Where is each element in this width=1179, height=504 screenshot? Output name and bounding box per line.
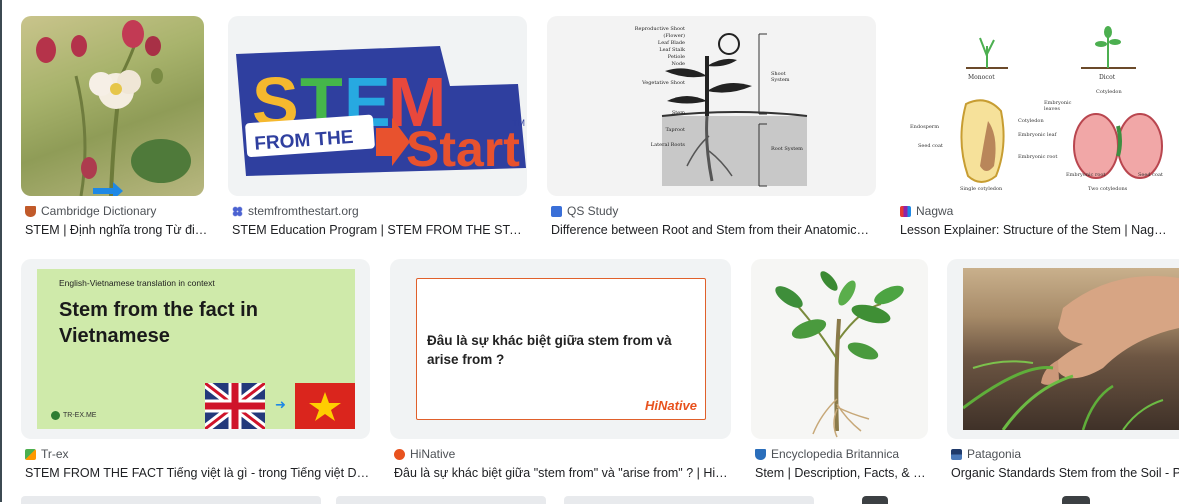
label-embryonic-leaf: Embryonic leaf: [1018, 132, 1057, 138]
nagwa-icon: [900, 205, 911, 217]
trex-heading: Stem from the fact in Vietnamese: [59, 299, 258, 347]
hinative-question-card[interactable]: Đâu là sự khác biệt giữa stem from và ar…: [390, 259, 731, 439]
result-title[interactable]: STEM | Định nghĩa trong Từ điển: [25, 223, 208, 237]
arrow-right-icon: ➜: [275, 397, 286, 412]
result-title[interactable]: STEM Education Program | STEM FROM THE S…: [232, 223, 528, 237]
result-title[interactable]: Organic Standards Stem from the Soil - P…: [951, 466, 1179, 480]
uk-flag-icon: [205, 383, 265, 429]
trex-card-background: English-Vietnamese translation in contex…: [37, 269, 355, 429]
trex-brand: TR-EX.ME: [51, 411, 96, 420]
label-embryonic-root-right: Embryonic root: [1066, 172, 1106, 178]
label-single-cotyledon: Single cotyledon: [960, 186, 1003, 192]
image-result-card[interactable]: Đâu là sự khác biệt giữa stem from và ar…: [390, 259, 732, 484]
seed-structure-diagram[interactable]: Monocot Dicot Endosperm Seed coat Cotyle…: [896, 16, 1179, 196]
label-cotyledon: Cotyledon: [1018, 118, 1044, 124]
plant-seedling-photo[interactable]: [751, 259, 928, 439]
label-seed-coat: Seed coat: [918, 143, 943, 149]
patagonia-icon: [951, 448, 962, 460]
trex-icon: [25, 448, 36, 460]
result-source[interactable]: Tr-ex: [25, 447, 69, 461]
hinative-brand: HiNative: [644, 398, 697, 413]
label-dicot: Dicot: [1099, 74, 1116, 81]
result-source[interactable]: Patagonia: [951, 447, 1021, 461]
vietnam-flag-icon: [295, 383, 355, 429]
result-source[interactable]: Encyclopedia Britannica: [755, 447, 899, 461]
result-title[interactable]: STEM FROM THE FACT Tiếng việt là gì - tr…: [25, 466, 371, 480]
result-source[interactable]: HiNative: [394, 447, 455, 461]
diagram-right-label-root: Root System: [771, 146, 803, 152]
image-result-card[interactable]: English-Vietnamese translation in contex…: [21, 259, 371, 484]
image-result-card[interactable]: Monocot Dicot Endosperm Seed coat Cotyle…: [896, 16, 1179, 241]
stem-logo-image[interactable]: S T E M FROM THE Start TM: [228, 16, 527, 196]
next-row-thumbnail[interactable]: [336, 496, 546, 504]
plant-anatomy-diagram[interactable]: Reproductive Shoot (Flower) Leaf Blade L…: [547, 16, 876, 196]
label-cotyledon-right: Cotyledon: [1096, 89, 1122, 95]
next-row-thumbnail[interactable]: [862, 496, 888, 504]
next-row-thumbnail[interactable]: [1062, 496, 1090, 504]
window-left-edge: [0, 0, 2, 502]
image-result-card[interactable]: S T E M FROM THE Start TM stemfromthesta…: [228, 16, 528, 241]
hinative-question: Đâu là sự khác biệt giữa stem from và ar…: [427, 333, 672, 367]
trex-translation-card[interactable]: English-Vietnamese translation in contex…: [21, 259, 370, 439]
image-result-card[interactable]: Encyclopedia Britannica Stem | Descripti…: [751, 259, 929, 484]
arrow-icon: [93, 182, 123, 196]
trex-logo-icon: [51, 411, 60, 420]
trex-context-label: English-Vietnamese translation in contex…: [59, 278, 215, 288]
stem-logo: S T E M FROM THE Start TM: [236, 46, 526, 177]
result-source[interactable]: Cambridge Dictionary: [25, 204, 156, 218]
diagram-right-label-shoot: Shoot System: [771, 71, 790, 83]
result-source[interactable]: stemfromthestart.org: [232, 204, 359, 218]
result-source[interactable]: Nagwa: [900, 204, 953, 218]
next-row-thumbnail[interactable]: [21, 496, 321, 504]
result-source[interactable]: QS Study: [551, 204, 618, 218]
plant-diagram-drawing: [661, 33, 808, 187]
label-seed-coat-right: Seed coat: [1138, 172, 1163, 178]
cambridge-shield-icon: [25, 205, 36, 217]
image-result-card[interactable]: Patagonia Organic Standards Stem from th…: [947, 259, 1179, 484]
result-title[interactable]: Difference between Root and Stem from th…: [551, 223, 875, 237]
qs-study-icon: [551, 205, 562, 217]
rose-bud-photo[interactable]: [21, 16, 204, 196]
next-row-thumbnail[interactable]: [564, 496, 814, 504]
stem-logo-tm: TM: [512, 118, 525, 128]
rose-illustration: [36, 20, 191, 196]
hinative-icon: [394, 448, 405, 460]
label-embryonic-leaves: Embryonic leaves: [1044, 100, 1072, 112]
image-result-card[interactable]: Cambridge Dictionary STEM | Định nghĩa t…: [21, 16, 211, 241]
label-endosperm: Endosperm: [910, 124, 939, 130]
result-title[interactable]: Lesson Explainer: Structure of the Stem …: [900, 223, 1170, 237]
hinative-card-box: Đâu là sự khác biệt giữa stem from và ar…: [416, 278, 706, 420]
stem-dots-icon: [232, 205, 243, 217]
stem-logo-line3: Start: [406, 121, 520, 177]
label-embryonic-root: Embryonic root: [1018, 154, 1058, 160]
britannica-icon: [755, 448, 766, 460]
image-result-card[interactable]: Reproductive Shoot (Flower) Leaf Blade L…: [547, 16, 877, 241]
seed-diagram-drawing: [960, 26, 1163, 183]
label-monocot: Monocot: [968, 74, 995, 81]
result-title[interactable]: Đâu là sự khác biệt giữa "stem from" và …: [394, 466, 728, 480]
seedling-illustration: [775, 271, 904, 438]
label-two-cotyledons: Two cotyledons: [1088, 186, 1128, 192]
result-title[interactable]: Stem | Description, Facts, & …: [755, 466, 927, 480]
hand-soil-photo[interactable]: [947, 259, 1179, 439]
diagram-left-labels: Reproductive Shoot (Flower) Leaf Blade L…: [634, 26, 685, 148]
hand-sprout-illustration: [963, 276, 1179, 430]
hand-soil-photo-content: [963, 268, 1179, 430]
